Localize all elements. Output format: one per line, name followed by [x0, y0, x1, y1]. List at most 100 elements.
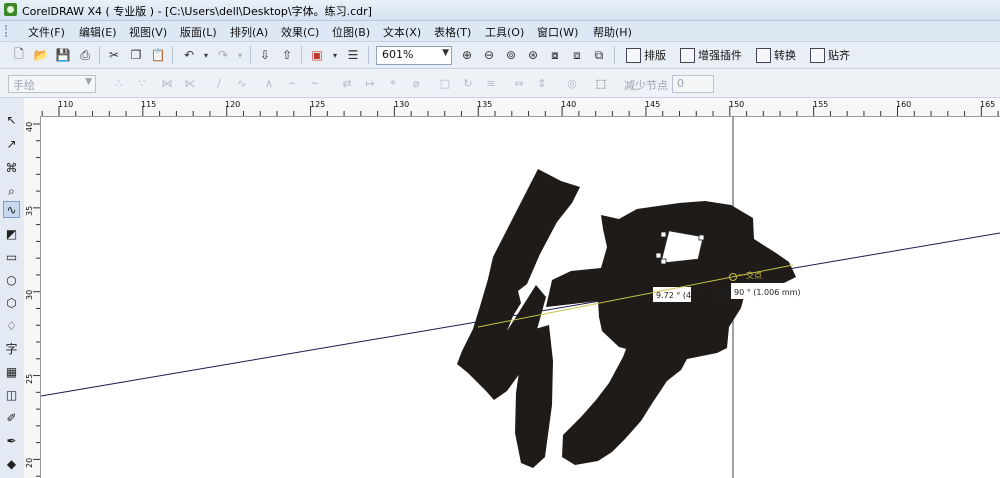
ruler-h-label: 110: [58, 100, 73, 109]
zoom-selected-icon[interactable]: ⊚: [502, 46, 520, 64]
symmetric-node-icon[interactable]: ⌣: [308, 76, 322, 90]
basic-shapes-tool-icon[interactable]: ♢: [3, 317, 20, 334]
zoom-out-icon[interactable]: ⊖: [480, 46, 498, 64]
zoom-in-icon[interactable]: ⊕: [458, 46, 476, 64]
smooth-node-icon[interactable]: ⌢: [285, 76, 299, 90]
to-line-icon[interactable]: ∕: [212, 76, 226, 90]
pick-tool-icon[interactable]: ↖: [3, 111, 20, 128]
vertical-ruler[interactable]: 40 35 30 25 20: [24, 116, 41, 478]
menu-grip-handle[interactable]: [5, 25, 11, 37]
eyedropper-tool-icon[interactable]: ✐: [3, 409, 20, 426]
break-curve-icon[interactable]: ⋉: [183, 76, 197, 90]
reverse-direction-icon[interactable]: ⇄: [340, 76, 354, 90]
interactive-blend-tool-icon[interactable]: ◫: [3, 386, 20, 403]
vertical-ruler-ticks: 40 35 30 25 20: [25, 122, 40, 477]
import-icon[interactable]: ⇩: [256, 46, 274, 64]
open-folder-icon[interactable]: 📂: [32, 46, 50, 64]
ruler-h-label: 150: [729, 100, 744, 109]
node-handle[interactable]: [660, 258, 667, 265]
node-handle[interactable]: [660, 231, 667, 238]
to-curve-icon[interactable]: ∿: [235, 76, 249, 90]
paste-icon[interactable]: 📋: [149, 46, 167, 64]
copy-icon[interactable]: ❐: [127, 46, 145, 64]
select-all-nodes-icon[interactable]: ⬚: [594, 76, 608, 90]
undo-dropdown-icon[interactable]: ▾: [197, 46, 215, 64]
plugin-convert-button[interactable]: 转换: [756, 46, 796, 64]
menu-window[interactable]: 窗口(W): [537, 24, 578, 40]
plugin-enhance-button[interactable]: 增强插件: [680, 46, 742, 64]
chevron-down-icon: ▼: [85, 77, 92, 87]
delete-node-icon[interactable]: ∵: [135, 76, 149, 90]
zoom-tool-icon[interactable]: ⌕: [3, 183, 20, 200]
menu-bitmaps[interactable]: 位图(B): [332, 24, 370, 40]
menu-view[interactable]: 视图(V): [129, 24, 167, 40]
smart-fill-tool-icon[interactable]: ◩: [3, 225, 20, 242]
ruler-v-label: 20: [25, 458, 34, 468]
typeset-icon: [626, 47, 641, 63]
outline-tool-icon[interactable]: ✒: [3, 432, 20, 449]
menu-tools[interactable]: 工具(O): [485, 24, 524, 40]
options-icon[interactable]: ☰: [344, 46, 362, 64]
rotate-nodes-icon[interactable]: ↻: [461, 76, 475, 90]
menu-layout[interactable]: 版面(L): [180, 24, 217, 40]
drawing-canvas[interactable]: 一交点 9.72 ° (4.725 mm) 90 ° (1.006 mm): [41, 117, 1000, 478]
menu-bar: 文件(F) 编辑(E) 视图(V) 版面(L) 排列(A) 效果(C) 位图(B…: [0, 21, 1000, 42]
zoom-page-icon[interactable]: ⧇: [546, 46, 564, 64]
horizontal-ruler[interactable]: 110 115 120 125 130 135 140 145 150 155 …: [24, 98, 1000, 117]
menu-table[interactable]: 表格(T): [434, 24, 471, 40]
freehand-tool-icon[interactable]: ∿: [3, 201, 20, 218]
redo-dropdown-icon[interactable]: ▾: [231, 46, 249, 64]
reduce-nodes-input[interactable]: 0: [672, 75, 714, 93]
reflect-horizontal-icon[interactable]: ⇔: [512, 76, 526, 90]
plugin-typeset-button[interactable]: 排版: [626, 46, 666, 64]
new-document-icon[interactable]: 🗋: [10, 46, 28, 64]
zoom-all-objects-icon[interactable]: ⊛: [524, 46, 542, 64]
zoom-width-icon[interactable]: ⧈: [568, 46, 586, 64]
dimension-label-left: 9.72 ° (4.725 mm): [656, 291, 730, 300]
undo-icon[interactable]: ↶: [180, 46, 198, 64]
launcher-dropdown-icon[interactable]: ▾: [326, 46, 344, 64]
zoom-level-select[interactable]: 601% ▼: [376, 46, 452, 65]
node-handle[interactable]: [698, 234, 705, 241]
menu-help[interactable]: 帮助(H): [593, 24, 632, 40]
cut-icon[interactable]: ✂: [105, 46, 123, 64]
menu-file[interactable]: 文件(F): [28, 24, 65, 40]
menu-edit[interactable]: 编辑(E): [79, 24, 117, 40]
zoom-height-icon[interactable]: ⧉: [590, 46, 608, 64]
auto-close-icon[interactable]: ⌀: [409, 76, 423, 90]
glyph-yi[interactable]: [457, 169, 796, 468]
plugin-snap-button[interactable]: 贴齐: [810, 46, 850, 64]
window-title: CorelDRAW X4 ( 专业版 ) - [C:\Users\dell\De…: [22, 5, 372, 18]
rectangle-tool-icon[interactable]: ▭: [3, 248, 20, 265]
drawing-surface[interactable]: 一交点 9.72 ° (4.725 mm) 90 ° (1.006 mm): [41, 117, 1000, 478]
extend-curve-icon[interactable]: ↦: [363, 76, 377, 90]
fill-tool-icon[interactable]: ◆: [3, 455, 20, 472]
export-icon[interactable]: ⇧: [278, 46, 296, 64]
join-nodes-icon[interactable]: ⋈: [160, 76, 174, 90]
curve-mode-select[interactable]: 手绘 ▼: [8, 75, 96, 93]
crop-tool-icon[interactable]: ⌘: [3, 159, 20, 176]
align-nodes-icon[interactable]: ≡: [484, 76, 498, 90]
menu-effects[interactable]: 效果(C): [281, 24, 319, 40]
dimension-label-right: 90 ° (1.006 mm): [734, 288, 801, 297]
stretch-nodes-icon[interactable]: □: [438, 76, 452, 90]
elastic-mode-icon[interactable]: ◎: [565, 76, 579, 90]
cusp-node-icon[interactable]: ∧: [262, 76, 276, 90]
menu-text[interactable]: 文本(X): [383, 24, 421, 40]
menu-arrange[interactable]: 排列(A): [230, 24, 268, 40]
add-node-icon[interactable]: ∴: [112, 76, 126, 90]
save-icon[interactable]: 💾: [54, 46, 72, 64]
print-icon[interactable]: ⎙: [76, 46, 94, 64]
ellipse-tool-icon[interactable]: ○: [3, 271, 20, 288]
shape-tool-icon[interactable]: ↗: [3, 135, 20, 152]
ruler-h-label: 145: [645, 100, 660, 109]
node-handle[interactable]: [655, 252, 662, 259]
polygon-tool-icon[interactable]: ⬡: [3, 294, 20, 311]
text-tool-icon[interactable]: 字: [3, 340, 20, 357]
extract-subpath-icon[interactable]: ⌖: [386, 76, 400, 90]
reflect-vertical-icon[interactable]: ⇕: [535, 76, 549, 90]
redo-icon[interactable]: ↷: [214, 46, 232, 64]
application-launcher-icon[interactable]: ▣: [308, 46, 326, 64]
table-tool-icon[interactable]: ▦: [3, 363, 20, 380]
ruler-v-label: 25: [25, 374, 34, 384]
